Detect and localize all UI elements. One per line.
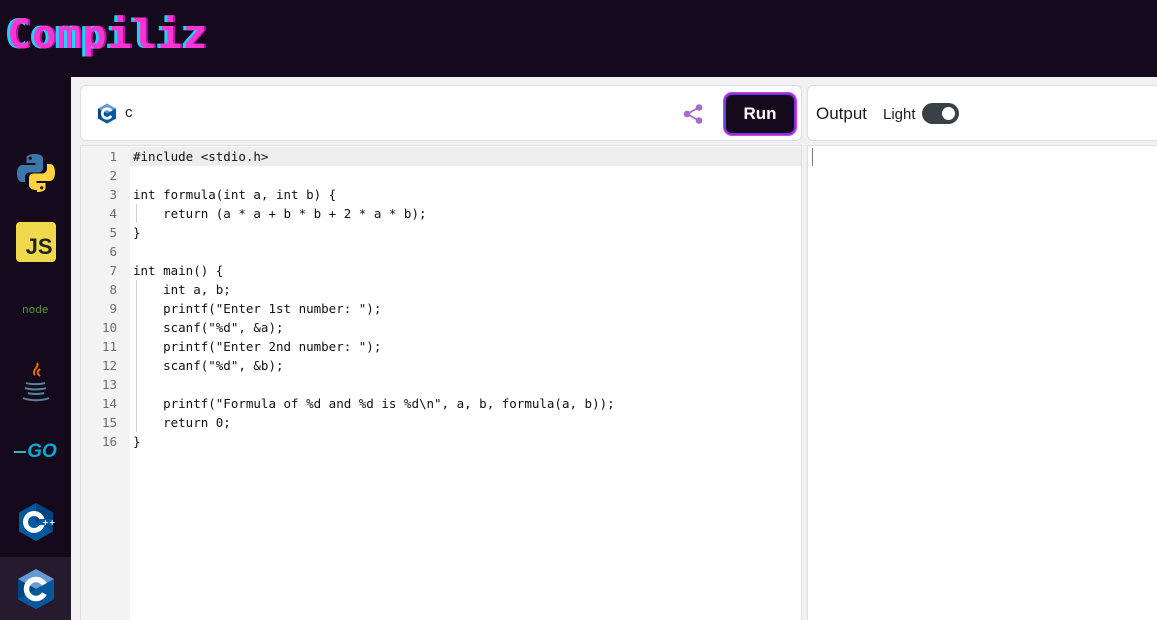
line-number: 6	[109, 244, 117, 259]
output-title: Output	[816, 104, 868, 123]
sidebar-item-python[interactable]	[0, 141, 71, 205]
line-number: 16	[101, 434, 117, 449]
line-number: 11	[101, 339, 117, 354]
sidebar-item-c[interactable]	[0, 557, 71, 620]
app-logo[interactable]: Compiliz	[7, 12, 208, 58]
code-line[interactable]: }	[133, 432, 141, 451]
line-number: 8	[109, 282, 117, 297]
sidebar-item-node[interactable]: node	[0, 278, 71, 342]
text-cursor	[812, 148, 813, 166]
line-number: 10	[101, 320, 117, 335]
sidebar-item-cpp[interactable]: ++	[0, 490, 71, 554]
code-line[interactable]: return 0;	[133, 413, 231, 432]
java-icon	[22, 362, 49, 402]
line-number: 7	[109, 263, 117, 278]
node-icon: node	[22, 304, 49, 316]
python-icon	[16, 154, 55, 192]
sidebar-item-go[interactable]: GO	[0, 420, 71, 484]
cpp-icon: ++	[18, 503, 55, 541]
line-number: 5	[109, 225, 117, 240]
js-icon: JS	[15, 222, 56, 262]
output-toolbar: Output Light	[807, 85, 1157, 141]
code-line[interactable]: }	[133, 223, 141, 242]
line-number: 1	[109, 149, 117, 164]
share-icon[interactable]	[682, 103, 704, 125]
js-icon-label: JS	[25, 234, 53, 259]
code-line[interactable]: printf("Enter 2nd number: ");	[133, 337, 381, 356]
svg-text:++: ++	[42, 518, 55, 527]
line-number: 13	[101, 377, 117, 392]
output-console[interactable]	[807, 145, 1157, 620]
line-number: 15	[101, 415, 117, 430]
code-line[interactable]: int a, b;	[133, 280, 231, 299]
toggle-knob	[942, 107, 955, 120]
line-number: 9	[109, 301, 117, 316]
code-editor[interactable]: 1 2 3 4 5 6 7 8 9 10 11 12 13 14 15 16 #include <stdio.…	[80, 145, 802, 620]
language-sidebar: JS node GO ++	[0, 77, 71, 620]
c-language-icon	[98, 103, 116, 124]
top-bar: Compiliz	[0, 0, 1157, 77]
sidebar-item-javascript[interactable]: JS	[0, 210, 71, 274]
line-number: 14	[101, 396, 117, 411]
go-icon-label: GO	[27, 441, 57, 462]
sidebar-item-java[interactable]	[0, 350, 71, 414]
theme-toggle[interactable]	[922, 103, 959, 124]
line-number-gutter: 1 2 3 4 5 6 7 8 9 10 11 12 13 14 15 16	[81, 146, 130, 620]
go-icon: GO	[14, 441, 57, 463]
run-button[interactable]: Run	[726, 95, 794, 133]
code-line[interactable]: int main() {	[133, 261, 223, 280]
code-line[interactable]: return (a * a + b * b + 2 * a * b);	[133, 204, 426, 223]
code-line[interactable]: int formula(int a, int b) {	[133, 185, 336, 204]
line-number: 4	[109, 206, 117, 221]
code-line[interactable]: printf("Formula of %d and %d is %d\n", a…	[133, 394, 615, 413]
editor-toolbar: c Run	[80, 85, 802, 141]
theme-label: Light	[883, 106, 916, 123]
code-line[interactable]: #include <stdio.h>	[133, 147, 268, 166]
code-line[interactable]: scanf("%d", &b);	[133, 356, 283, 375]
code-line[interactable]: printf("Enter 1st number: ");	[133, 299, 381, 318]
c-icon	[17, 569, 54, 609]
line-number: 3	[109, 187, 117, 202]
line-number: 2	[109, 168, 117, 183]
language-label: c	[125, 104, 133, 121]
code-line[interactable]: scanf("%d", &a);	[133, 318, 283, 337]
line-number: 12	[101, 358, 117, 373]
